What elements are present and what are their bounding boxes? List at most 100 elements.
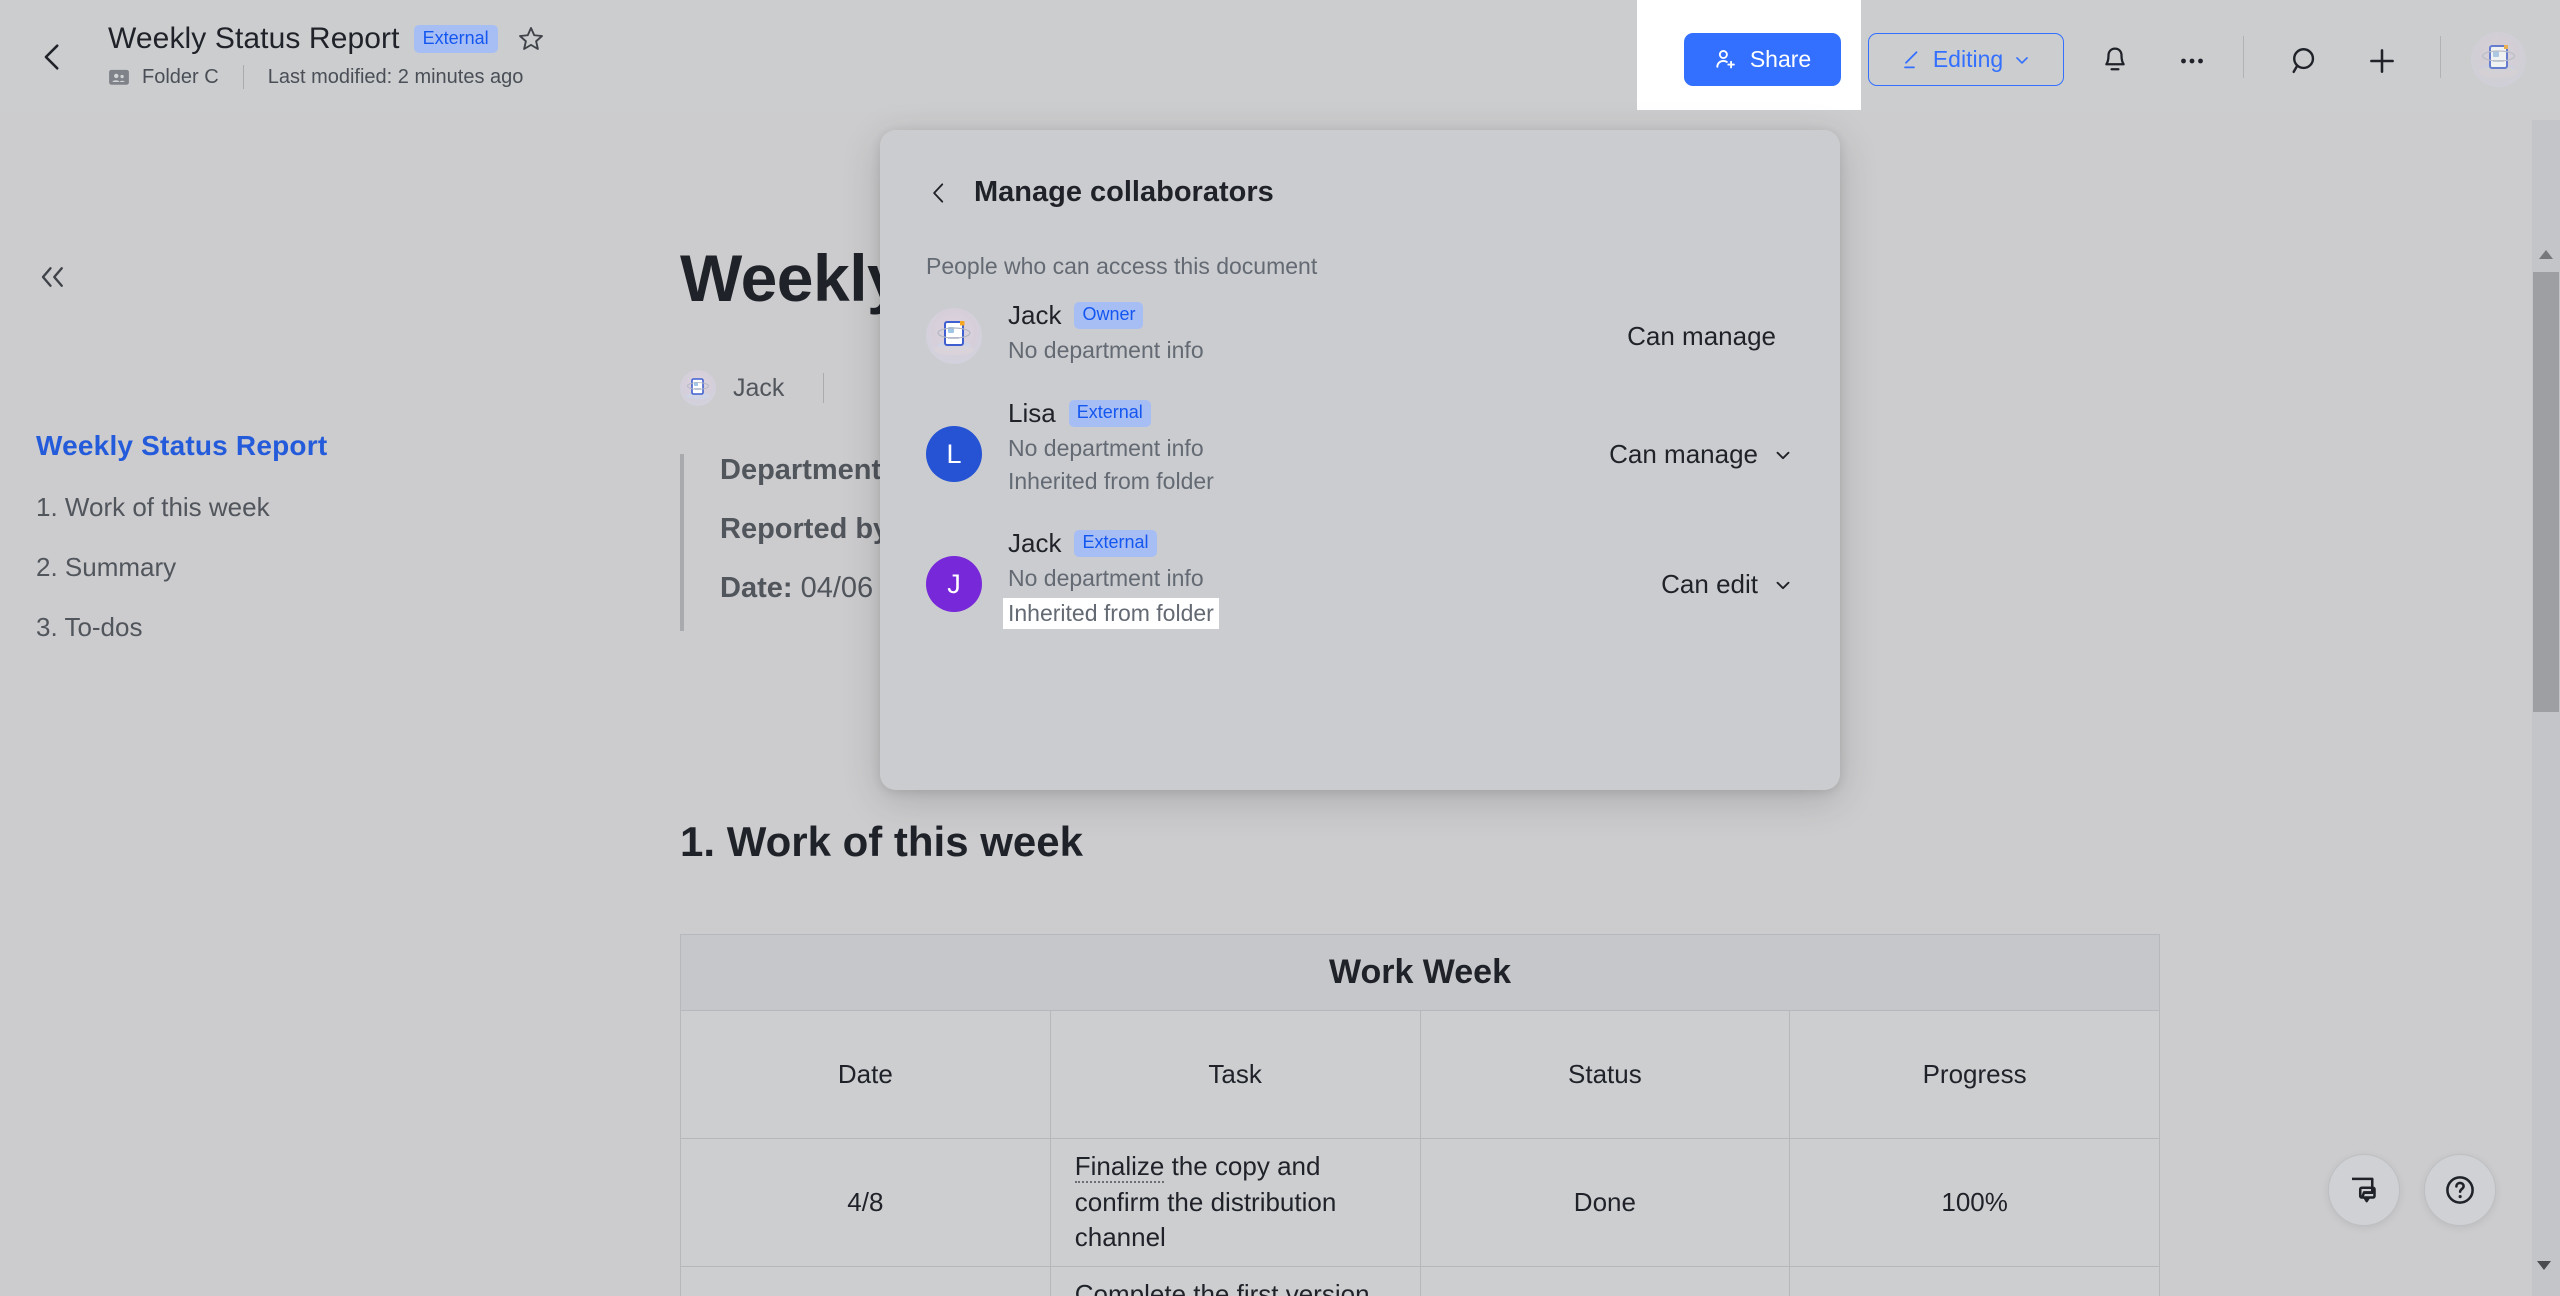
plus-icon	[2365, 44, 2399, 78]
folder-name[interactable]: Folder C	[142, 66, 219, 89]
sidebar-item-work-of-this-week[interactable]: 1. Work of this week	[36, 492, 270, 523]
scroll-down-arrow[interactable]	[2530, 1252, 2558, 1278]
divider	[2243, 36, 2244, 78]
table-header-row: Date Task Status Progress	[681, 1011, 2160, 1139]
person-add-icon	[1714, 47, 1739, 72]
permission-value: Can edit	[1661, 569, 1758, 600]
chevron-left-icon	[926, 180, 952, 206]
star-outline-icon[interactable]	[516, 24, 546, 54]
author-name: Jack	[733, 374, 784, 403]
chevron-left-icon	[36, 40, 70, 74]
app-root: Weekly Status Report External	[0, 0, 2560, 1296]
collaborator-list: Jack Owner No department info Can manage…	[880, 306, 1840, 790]
modal-header: Manage collaborators	[926, 176, 1274, 209]
permission-value: Can manage	[1609, 439, 1758, 470]
permission-dropdown[interactable]: Can edit	[1661, 569, 1794, 600]
cell-task: Complete the first version of the produc…	[1050, 1267, 1420, 1296]
chevron-down-icon	[2012, 50, 2032, 70]
cell-date: 4/9	[681, 1267, 1051, 1296]
comments-button[interactable]	[2328, 1154, 2400, 1226]
divider	[243, 65, 244, 89]
column-header-task: Task	[1050, 1011, 1420, 1139]
collaborator-row[interactable]: Jack Owner No department info Can manage	[926, 306, 1794, 406]
author-avatar	[680, 370, 716, 406]
editing-mode-label: Editing	[1933, 46, 2003, 73]
scrollbar-track[interactable]	[2532, 120, 2560, 1296]
outline-sidebar: Weekly Status Report 1. Work of this wee…	[0, 112, 640, 1296]
editing-mode-button[interactable]: Editing	[1868, 33, 2064, 86]
top-bar: Weekly Status Report External	[0, 0, 2560, 112]
comment-icon	[2346, 1172, 2382, 1208]
collaborator-inherited: Inherited from folder	[1008, 468, 1214, 495]
permission-dropdown[interactable]: Can manage	[1609, 439, 1794, 470]
divider	[2440, 36, 2441, 78]
triangle-up-icon	[2532, 242, 2560, 268]
work-week-table: Work Week Date Task Status Progress 4/8 …	[680, 934, 2160, 1296]
chevron-down-icon	[1772, 574, 1794, 596]
avatar: J	[926, 556, 982, 612]
sidebar-item-summary[interactable]: 2. Summary	[36, 552, 176, 583]
cell-status: Doing	[1420, 1267, 1790, 1296]
avatar	[926, 308, 982, 364]
share-button-label: Share	[1750, 46, 1811, 73]
table-row[interactable]: 4/8 Finalize the copy and confirm the di…	[681, 1139, 2160, 1267]
table-caption: Work Week	[681, 935, 2160, 1011]
bell-icon	[2098, 44, 2132, 78]
share-button[interactable]: Share	[1684, 33, 1841, 86]
cell-progress: 40%	[1790, 1267, 2160, 1296]
permission-label: Can manage	[1627, 321, 1776, 352]
spellcheck-word: Finalize	[1075, 1151, 1165, 1183]
collaborator-department: No department info	[1008, 565, 1219, 592]
last-modified: Last modified: 2 minutes ago	[268, 66, 524, 89]
divider	[823, 373, 824, 403]
column-header-progress: Progress	[1790, 1011, 2160, 1139]
permission-value: Can manage	[1627, 321, 1776, 352]
avatar[interactable]	[2471, 32, 2526, 87]
manage-collaborators-dialog: Manage collaborators People who can acce…	[880, 130, 1840, 790]
page-title[interactable]: Weekly Status Report	[108, 22, 400, 56]
chevron-down-icon	[1772, 444, 1794, 466]
cell-date: 4/8	[681, 1139, 1051, 1267]
collaborator-row[interactable]: J Jack External No department info Inher…	[926, 534, 1794, 634]
cell-progress: 100%	[1790, 1139, 2160, 1267]
double-chevron-left-icon	[34, 262, 72, 292]
collaborator-department: No department info	[1008, 337, 1204, 364]
collapse-sidebar-button[interactable]	[34, 262, 72, 292]
table-row[interactable]: 4/9 Complete the first version of the pr…	[681, 1267, 2160, 1296]
status-badge: Owner	[1074, 302, 1143, 330]
search-icon	[2288, 44, 2322, 78]
column-header-status: Status	[1420, 1011, 1790, 1139]
scrollbar-thumb[interactable]	[2533, 272, 2559, 712]
shared-folder-icon	[108, 66, 130, 88]
ellipsis-icon	[2175, 44, 2209, 78]
section-heading[interactable]: 1. Work of this week	[680, 818, 1083, 866]
outline-title[interactable]: Weekly Status Report	[36, 430, 596, 462]
table-caption-row: Work Week	[681, 935, 2160, 1011]
modal-subtitle: People who can access this document	[926, 253, 1317, 280]
collaborator-inherited: Inherited from folder	[1003, 598, 1219, 629]
sidebar-item-to-dos[interactable]: 3. To-dos	[36, 612, 142, 643]
notifications-button[interactable]	[2098, 44, 2132, 78]
column-header-date: Date	[681, 1011, 1051, 1139]
status-badge: External	[1069, 400, 1151, 428]
collaborator-info: Lisa External No department info Inherit…	[1008, 398, 1214, 495]
create-new-button[interactable]	[2365, 44, 2399, 78]
triangle-down-icon	[2530, 1252, 2558, 1278]
back-button[interactable]	[36, 40, 70, 74]
pencil-icon	[1900, 48, 1924, 72]
scroll-up-arrow[interactable]	[2532, 242, 2560, 268]
more-options-button[interactable]	[2175, 44, 2209, 78]
collaborator-name: Jack	[1008, 528, 1061, 559]
question-circle-icon	[2442, 1172, 2478, 1208]
cell-task: Finalize the copy and confirm the distri…	[1050, 1139, 1420, 1267]
modal-back-button[interactable]	[926, 180, 952, 206]
collaborator-name: Jack	[1008, 300, 1061, 331]
cell-status: Done	[1420, 1139, 1790, 1267]
collaborator-name: Lisa	[1008, 398, 1056, 429]
collaborator-row[interactable]: L Lisa External No department info Inher…	[926, 404, 1794, 504]
modal-title: Manage collaborators	[974, 176, 1274, 209]
help-button[interactable]	[2424, 1154, 2496, 1226]
search-button[interactable]	[2288, 44, 2322, 78]
avatar: L	[926, 426, 982, 482]
collaborator-info: Jack External No department info Inherit…	[1008, 528, 1219, 629]
